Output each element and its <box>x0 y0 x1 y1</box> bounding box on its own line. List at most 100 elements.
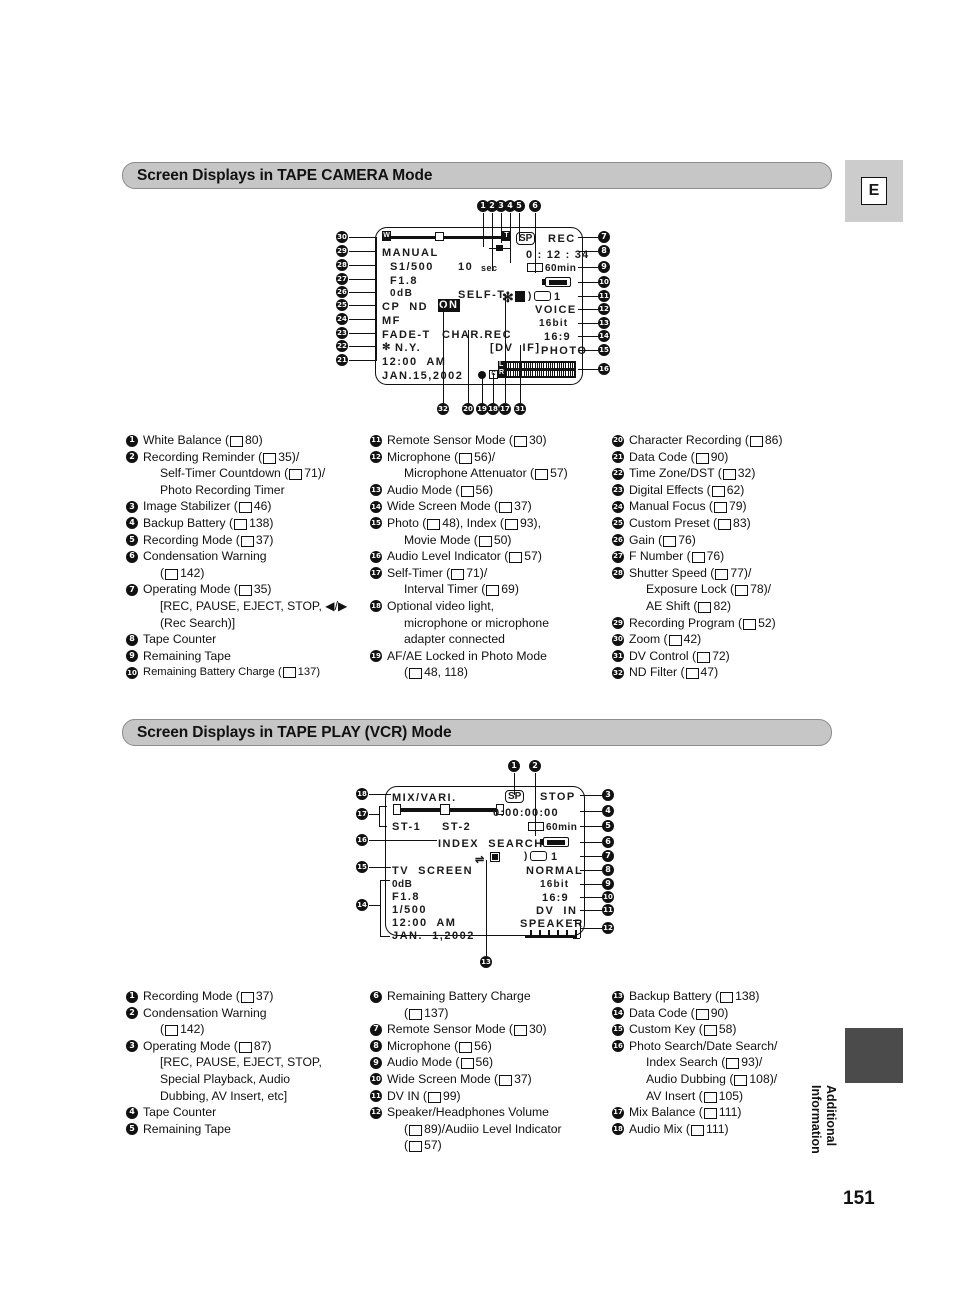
legend-item-line: microphone or microphone <box>387 615 610 632</box>
legend-item-line: Digital Effects (62) <box>629 482 842 499</box>
leader-line <box>580 856 602 857</box>
legend-page-ref: 76) <box>678 532 696 547</box>
legend-page-ref: 76) <box>706 549 725 564</box>
battery-terminal-vcr <box>540 839 543 845</box>
af-lock-bar <box>489 248 511 249</box>
legend-item: 2 Condensation Warning(142) <box>126 1005 366 1038</box>
manual-book-icon <box>240 535 254 547</box>
backup-battery-icon <box>515 291 525 302</box>
selftimer-label: SELF-T <box>458 289 506 301</box>
dv-in-text: DV IN <box>536 905 578 917</box>
legend-page-ref: 71)/ <box>304 466 326 481</box>
legend-text: Mix Balance ( <box>629 1105 703 1120</box>
legend-text: Condensation Warning <box>143 549 267 564</box>
tv-screen-text: TV SCREEN <box>392 865 474 877</box>
legend-item-number: 9 <box>370 1056 382 1069</box>
legend-page-ref: 93)/ <box>741 1055 763 1070</box>
callout-left-24: 24 <box>336 313 348 325</box>
legend-item-number: 7 <box>370 1023 382 1036</box>
legend-item-number: 3 <box>126 1040 138 1053</box>
volume-tick <box>566 930 568 937</box>
legend-text: ( <box>160 565 165 580</box>
audio-level-tick <box>544 371 546 376</box>
audio-level-tick <box>511 363 513 368</box>
manual-book-icon <box>504 518 518 530</box>
legend-page-ref: 72) <box>712 648 730 663</box>
condensation-warning-icon: ✻ <box>502 289 514 305</box>
audio-level-left-label: L <box>499 361 504 368</box>
legend-item-number: 32 <box>612 666 624 679</box>
legend-item: 32 ND Filter (47) <box>612 664 842 681</box>
legend-page-ref: 48, 118) <box>424 665 468 680</box>
callout-right-14: 14 <box>598 330 610 342</box>
legend-item-number: 13 <box>612 990 624 1003</box>
legend-page-ref: 80) <box>245 433 263 447</box>
legend-item-line: Data Code (90) <box>629 1005 842 1022</box>
leader-line <box>580 811 602 812</box>
legend-text: Remote Sensor Mode ( <box>387 1022 513 1037</box>
audio-level-tick <box>509 363 511 368</box>
legend-text: Dubbing, AV Insert, etc] <box>160 1088 288 1103</box>
manual-book-icon <box>690 1124 704 1136</box>
legend-text: Custom Preset ( <box>629 515 718 530</box>
audio-level-tick <box>529 363 531 368</box>
callout-right-vcr-12: 12 <box>602 922 614 934</box>
audio-level-tick <box>564 363 566 368</box>
manual-book-icon <box>509 552 523 564</box>
manual-book-icon <box>409 1124 423 1136</box>
leader-line <box>379 826 387 827</box>
callout-bottom-17: 17 <box>499 403 511 415</box>
legend-item: 15 Custom Key (58) <box>612 1021 842 1038</box>
legend-page-ref: 56) <box>475 1055 494 1070</box>
audio-level-tick <box>531 363 533 368</box>
legend-text: Custom Key ( <box>629 1022 703 1037</box>
wide-screen-ratio-text-vcr: 16:9 <box>542 892 569 904</box>
legend-item-line: Tape Counter <box>143 631 366 648</box>
legend-text: Audio Dubbing ( <box>646 1071 734 1086</box>
legend-item-number: 8 <box>126 633 138 646</box>
edge-label-line1: Additional <box>824 1085 838 1147</box>
legend-item-number: 27 <box>612 550 624 563</box>
fade-effect-text: FADE-T <box>382 329 431 341</box>
callout-left-23: 23 <box>336 327 348 339</box>
leader-line <box>578 323 598 324</box>
leader-line <box>349 305 376 306</box>
legend-item: 22 Time Zone/DST (32) <box>612 465 842 482</box>
manual-book-icon <box>703 1025 717 1037</box>
legend-page-ref: 56)/ <box>474 449 496 464</box>
callout-right-9: 9 <box>598 261 610 273</box>
audio-level-tick <box>537 363 540 368</box>
audio-level-tick <box>540 371 542 376</box>
legend-item: 25 Custom Preset (83) <box>612 515 842 532</box>
legend-item: 16 Audio Level Indicator (57) <box>370 548 610 565</box>
manual-book-icon <box>698 601 712 613</box>
legend-item-line: Time Zone/DST (32) <box>629 465 842 482</box>
legend-text: Microphone Attenuator ( <box>404 466 535 481</box>
legend-text: AF/AE Locked in Photo Mode <box>387 648 547 663</box>
manual-book-icon <box>499 502 513 514</box>
legend-page-ref: 42) <box>683 632 702 647</box>
callout-right-vcr-11: 11 <box>602 904 614 916</box>
legend-item-line: Condensation Warning <box>143 548 366 565</box>
photo-mode-text: PHOTO <box>541 345 588 357</box>
audio-level-tick <box>573 363 575 368</box>
legend-item-number: 12 <box>370 451 382 464</box>
audio-level-tick <box>568 363 570 368</box>
camera-legend-column-1: 1 White Balance (80) 2 Recording Reminder (… <box>126 432 366 681</box>
manual-book-icon <box>460 1058 474 1070</box>
legend-item-line: Microphone Attenuator (57) <box>387 465 610 482</box>
manual-book-icon <box>697 651 711 663</box>
legend-item-number: 29 <box>612 617 624 630</box>
audio-level-tick <box>562 371 564 376</box>
legend-text: Recording Mode ( <box>143 989 240 1003</box>
audio-level-tick <box>564 371 566 376</box>
legend-text: Operating Mode ( <box>143 582 238 597</box>
callout-left-27: 27 <box>336 273 348 285</box>
legend-page-ref: 52) <box>758 615 776 630</box>
manual-book-icon <box>685 668 699 680</box>
manual-book-icon <box>263 452 277 464</box>
callout-left-21: 21 <box>336 354 348 366</box>
legend-page-ref: 58) <box>718 1022 737 1037</box>
legend-item-number: 12 <box>370 1106 382 1119</box>
remote-sensor-number: 1 <box>554 291 561 303</box>
